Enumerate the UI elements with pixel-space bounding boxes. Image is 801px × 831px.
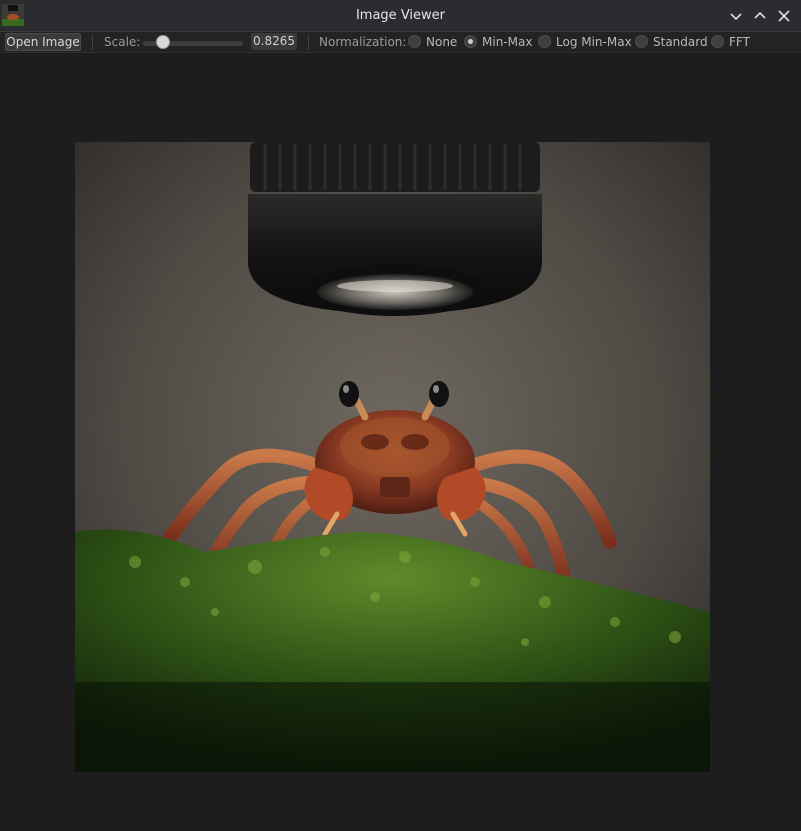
title-bar[interactable]: Image Viewer: [0, 0, 801, 32]
maximize-icon[interactable]: [752, 8, 768, 24]
scale-value-field[interactable]: 0.8265: [251, 33, 297, 50]
minimize-icon[interactable]: [728, 8, 744, 24]
crab-photo: [75, 142, 710, 772]
toolbar-separator: [308, 35, 309, 50]
close-icon[interactable]: [776, 8, 792, 24]
radio-button-icon[interactable]: [408, 35, 421, 48]
normalization-label: Normalization:: [319, 35, 407, 49]
toolbar-separator: [92, 35, 93, 50]
radio-label: None: [426, 35, 458, 49]
scale-slider-handle[interactable]: [156, 35, 170, 49]
toolbar: Open Image Scale: 0.8265 Normalization: …: [0, 32, 801, 53]
radio-label: Min-Max: [482, 35, 533, 49]
open-image-button[interactable]: Open Image: [5, 33, 81, 51]
radio-button-icon[interactable]: [711, 35, 724, 48]
radio-label: FFT: [729, 35, 750, 49]
radio-label: Log Min-Max: [556, 35, 632, 49]
radio-label: Standard: [653, 35, 708, 49]
radio-button-icon[interactable]: [464, 35, 477, 48]
scale-slider[interactable]: [143, 35, 243, 49]
window-title: Image Viewer: [355, 8, 446, 23]
scale-label: Scale:: [104, 35, 141, 49]
radio-button-icon[interactable]: [538, 35, 551, 48]
displayed-image: [75, 142, 710, 772]
radio-button-icon[interactable]: [635, 35, 648, 48]
